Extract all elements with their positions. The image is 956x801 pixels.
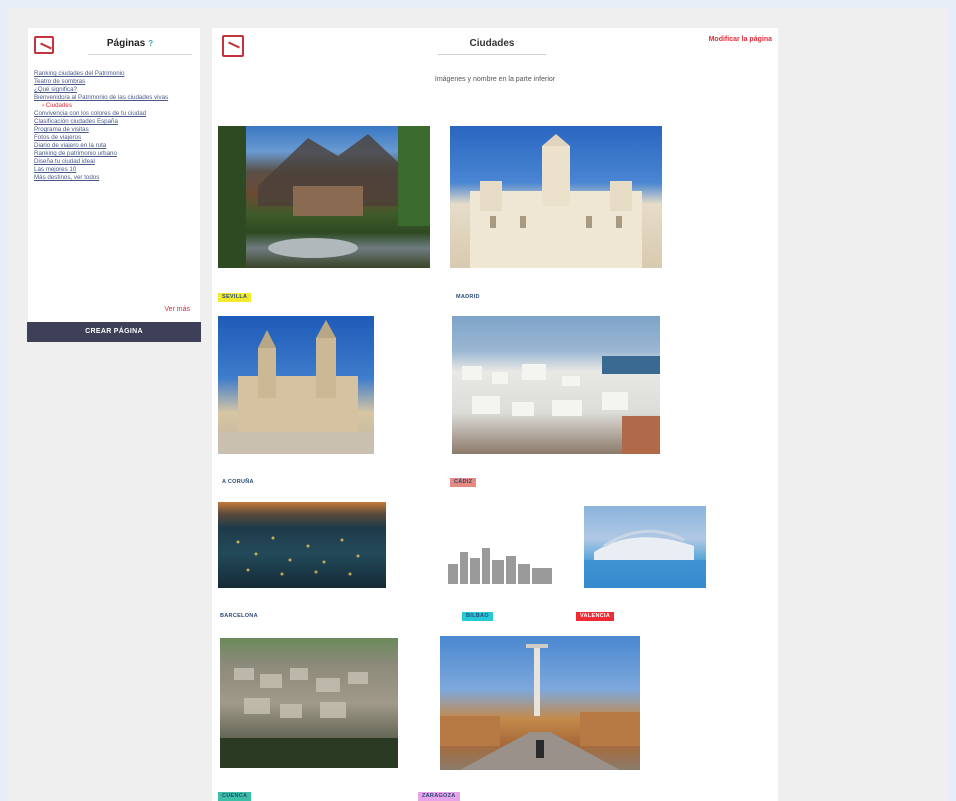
city-tag: VALENCIA: [576, 612, 615, 621]
city-tag: ZARAGOZA: [418, 792, 460, 801]
create-page-button[interactable]: CREAR PÁGINA: [27, 322, 201, 342]
sidebar-item-mejores[interactable]: Las mejores 10: [34, 166, 196, 174]
sidebar-item-ranking[interactable]: Ranking ciudades del Patrimonio: [34, 70, 196, 78]
sidebar-item-mas-destinos[interactable]: Más destinos, ver todos: [34, 174, 196, 182]
photo-modern-architecture[interactable]: [584, 506, 706, 588]
sidebar-item-bienvenido[interactable]: Bienvenido/a al Patrimonio de las ciudad…: [34, 94, 196, 102]
city-tag: BARCELONA: [220, 613, 258, 619]
sidebar-item-teatro[interactable]: Teatro de sombras: [34, 78, 196, 86]
photo-skyline[interactable]: [442, 538, 564, 586]
city-tag: A CORUÑA: [222, 479, 254, 485]
divider: [88, 54, 192, 55]
sidebar-item-ranking-patrimonio[interactable]: Ranking de patrimonio urbano: [34, 150, 196, 158]
sidebar-item-que-significa[interactable]: ¿Qué significa?: [34, 86, 196, 94]
more-link[interactable]: Ver más: [164, 306, 190, 313]
photo-coastal-city[interactable]: [452, 316, 660, 454]
page-subtitle: Imágenes y nombre en la parte inferior: [434, 76, 556, 83]
main-panel: Ciudades Modificar la página Imágenes y …: [212, 28, 778, 801]
edit-page-link[interactable]: Modificar la página: [709, 36, 772, 43]
photo-mountain-village[interactable]: [218, 126, 430, 268]
help-icon[interactable]: ?: [148, 39, 153, 48]
sidebar-item-diario[interactable]: Diario de viajero en la ruta: [34, 142, 196, 150]
sidebar-list: Ranking ciudades del Patrimonio Teatro d…: [34, 70, 196, 182]
sidebar: Páginas? Ranking ciudades del Patrimonio…: [28, 28, 200, 322]
page-title: Ciudades: [469, 38, 515, 49]
sidebar-title: Páginas?: [88, 38, 172, 49]
city-tag: MADRID: [456, 294, 480, 300]
sidebar-item-ciudades[interactable]: Ciudades: [34, 102, 196, 110]
sidebar-item-convivencia[interactable]: Convivencia con los colores de tu ciudad: [34, 110, 196, 118]
sidebar-title-text: Páginas: [106, 38, 146, 49]
logo-icon[interactable]: [222, 35, 244, 57]
sidebar-item-fotos[interactable]: Fotos de viajeros: [34, 134, 196, 142]
sidebar-item-clasificacion[interactable]: Clasificación ciudades España: [34, 118, 196, 126]
sidebar-item-disena[interactable]: Diseña tu ciudad ideal: [34, 158, 196, 166]
photo-cathedral[interactable]: [218, 316, 374, 454]
city-tag: CUENCA: [218, 792, 252, 801]
city-tag: BILBAO: [462, 612, 493, 621]
photo-night-city[interactable]: [218, 502, 386, 588]
photo-bridge-tower[interactable]: [440, 636, 640, 770]
logo-icon[interactable]: [34, 36, 54, 54]
city-tag: CÁDIZ: [450, 478, 477, 487]
divider: [438, 54, 546, 55]
city-tag: SEVILLA: [218, 293, 252, 302]
sidebar-item-programa[interactable]: Programa de visitas: [34, 126, 196, 134]
photo-hillside-town[interactable]: [220, 638, 398, 768]
photo-madrid-palace[interactable]: [450, 126, 662, 268]
